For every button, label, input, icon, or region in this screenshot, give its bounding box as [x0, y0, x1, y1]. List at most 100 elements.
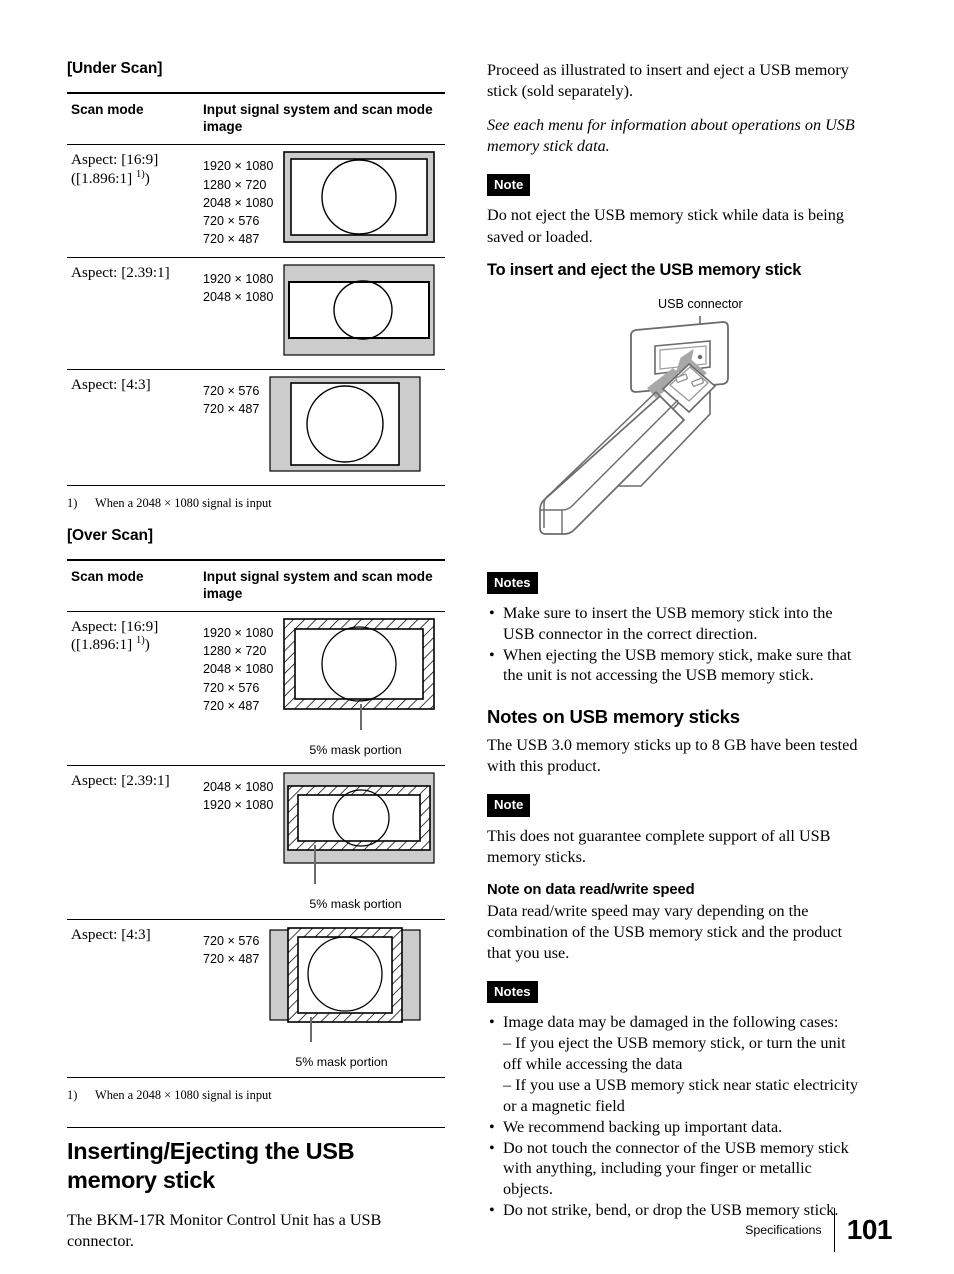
signal-item: 720 × 576 [203, 214, 260, 228]
list-item: When ejecting the USB memory stick, make… [487, 645, 862, 687]
signal-item: 720 × 487 [203, 232, 260, 247]
scan-mode-cell: Aspect: [4:3] [67, 369, 199, 486]
signal-item: 2048 × 1080 [203, 195, 274, 210]
list-item: Make sure to insert the USB memory stick… [487, 603, 862, 645]
usb-connector-label-text: USB connector [658, 297, 743, 311]
footnote-text: When a 2048 × 1080 signal is input [95, 1087, 272, 1102]
page-number: 101 [846, 1214, 893, 1245]
list-item-sub: – If you eject the USB memory stick, or … [503, 1034, 846, 1073]
aspect-label-line2: ([1.896:1] 1)) [71, 636, 197, 655]
footnote-number: 1) [67, 495, 78, 510]
signal-and-diagram-cell: 720 × 576 720 × 487 [199, 369, 445, 486]
table-row: Aspect: [2.39:1] 2048 × 1080 1920 × 1080 [67, 765, 445, 920]
list-item-main: Image data may be damaged in the followi… [503, 1013, 839, 1032]
scan-mode-diagram-letterbox [283, 263, 435, 361]
mask-portion-caption: 5% mask portion [295, 1054, 388, 1069]
table-row: Aspect: [16:9] ([1.896:1] 1)) 1920 × 108… [67, 611, 445, 766]
signal-item: 1920 × 1080 [203, 271, 274, 286]
signal-item: 720 × 487 [203, 952, 260, 967]
aspect-label-line1: Aspect: [16:9] [71, 617, 159, 635]
aspect-label-line1: Aspect: [16:9] [71, 151, 159, 169]
footnote-text: When a 2048 × 1080 signal is input [95, 495, 272, 510]
note-text: This does not guarantee complete support… [487, 826, 831, 866]
signal-item: 720 × 487 [203, 698, 260, 713]
read-write-speed-heading: Note on data read/write speed [487, 881, 695, 898]
column-header-scan-mode: Scan mode [67, 92, 199, 146]
table-header-row: Scan mode Input signal system and scan m… [67, 92, 445, 146]
aspect-alt-close: ) [144, 169, 150, 187]
signal-list: 2048 × 1080 1920 × 1080 [203, 772, 273, 815]
table-row: Aspect: [4:3] 720 × 576 720 × 487 [67, 919, 445, 1078]
column-header-scan-mode: Scan mode [67, 558, 199, 612]
over-scan-footnote: 1) When a 2048 × 1080 signal is input [67, 1087, 445, 1103]
signal-item: 2048 × 1080 [203, 662, 274, 677]
signal-list: 1920 × 1080 1280 × 720 2048 × 1080 720 ×… [203, 618, 273, 715]
footnote-marker: 1) [135, 168, 145, 180]
scan-mode-cell: Aspect: [4:3] [67, 919, 199, 1078]
scan-mode-cell: Aspect: [16:9] ([1.896:1] 1)) [67, 144, 199, 258]
under-scan-table: Scan mode Input signal system and scan m… [67, 92, 445, 486]
notes-on-usb-heading: Notes on USB memory sticks [487, 706, 740, 728]
signal-item: 1280 × 720 [203, 177, 267, 192]
signal-and-diagram-cell: 720 × 576 720 × 487 [199, 919, 445, 1078]
signal-and-diagram-cell: 1920 × 1080 2048 × 1080 [199, 257, 445, 370]
aspect-label-line1: Aspect: [4:3] [71, 925, 151, 943]
scan-mode-diagram-mask-16-9 [283, 618, 436, 741]
diagram-with-caption: 5% mask portion [283, 618, 436, 757]
column-header-input-signal: Input signal system and scan mode image [199, 558, 445, 612]
intro-italic-paragraph: See each menu for information about oper… [487, 116, 855, 156]
table-row: Aspect: [16:9] ([1.896:1] 1)) 1920 × 108… [67, 144, 445, 258]
list-item: Do not touch the connector of the USB me… [487, 1138, 862, 1201]
note-badge: Note [487, 794, 531, 817]
over-scan-section-label: [Over Scan] [67, 526, 153, 544]
list-item-sub: – If you use a USB memory stick near sta… [503, 1075, 859, 1115]
aspect-label-line1: Aspect: [2.39:1] [71, 771, 170, 789]
signal-item: 720 × 576 [203, 933, 260, 948]
scan-mode-diagram-mask-letterbox [283, 772, 435, 895]
mask-portion-caption: 5% mask portion [309, 742, 402, 757]
list-item: Image data may be damaged in the followi… [487, 1012, 862, 1116]
signal-list: 1920 × 1080 2048 × 1080 [203, 264, 273, 307]
list-item: We recommend backing up important data. [487, 1117, 862, 1138]
diagram-with-caption: 5% mask portion [283, 772, 435, 911]
signal-item: 1280 × 720 [203, 644, 267, 659]
footer-chapter-name: Specifications [745, 1223, 822, 1237]
read-write-speed-text: Data read/write speed may vary depending… [487, 901, 843, 962]
scan-mode-diagram-full-16-9 [283, 151, 436, 248]
aspect-alt-value: ([1.896:1] [71, 169, 136, 187]
column-header-input-signal: Input signal system and scan mode image [199, 92, 445, 146]
usb-insertion-illustration: USB connector [487, 288, 862, 558]
under-scan-section-label: [Under Scan] [67, 60, 163, 77]
scan-mode-diagram-mask-pillarbox [269, 926, 421, 1053]
left-column: [Under Scan] Scan mode Input signal syst… [67, 60, 445, 1265]
page-footer: Specifications 101 [745, 1208, 893, 1252]
table-header-row: Scan mode Input signal system and scan m… [67, 558, 445, 612]
aspect-alt-close: ) [144, 636, 150, 654]
notes-badge: Notes [487, 571, 538, 594]
signal-item: 720 × 487 [203, 401, 260, 416]
insert-eject-heading: To insert and eject the USB memory stick [487, 260, 802, 279]
right-column: Proceed as illustrated to insert and eje… [487, 60, 862, 1231]
diagram-with-caption: 5% mask portion [269, 926, 421, 1069]
notes-badge: Notes [487, 980, 538, 1004]
note-badge: Note [487, 174, 531, 197]
notes-intro-text: The USB 3.0 memory sticks up to 8 GB hav… [487, 736, 858, 776]
signal-and-diagram-cell: 2048 × 1080 1920 × 1080 5% mask portion [199, 765, 445, 920]
document-page: [Under Scan] Scan mode Input signal syst… [0, 0, 954, 1274]
scan-mode-cell: Aspect: [2.39:1] [67, 765, 199, 920]
aspect-label-line1: Aspect: [4:3] [71, 375, 151, 393]
notes-list-insert: Make sure to insert the USB memory stick… [487, 603, 862, 687]
over-scan-table: Scan mode Input signal system and scan m… [67, 558, 445, 1078]
mask-portion-caption: 5% mask portion [309, 896, 402, 911]
intro-paragraph: Proceed as illustrated to insert and eje… [487, 61, 849, 101]
notes-list-handling: Image data may be damaged in the followi… [487, 1012, 862, 1221]
signal-item: 2048 × 1080 [203, 779, 274, 794]
signal-list: 720 × 576 720 × 487 [203, 926, 259, 969]
scan-mode-cell: Aspect: [16:9] ([1.896:1] 1)) [67, 611, 199, 766]
chapter-intro-text: The BKM-17R Monitor Control Unit has a U… [67, 1211, 382, 1251]
footnote-number: 1) [67, 1087, 78, 1102]
table-row: Aspect: [4:3] 720 × 576 720 × 487 [67, 369, 445, 486]
scan-mode-cell: Aspect: [2.39:1] [67, 257, 199, 370]
aspect-label-line1: Aspect: [2.39:1] [71, 263, 170, 281]
signal-item: 2048 × 1080 [203, 289, 274, 304]
